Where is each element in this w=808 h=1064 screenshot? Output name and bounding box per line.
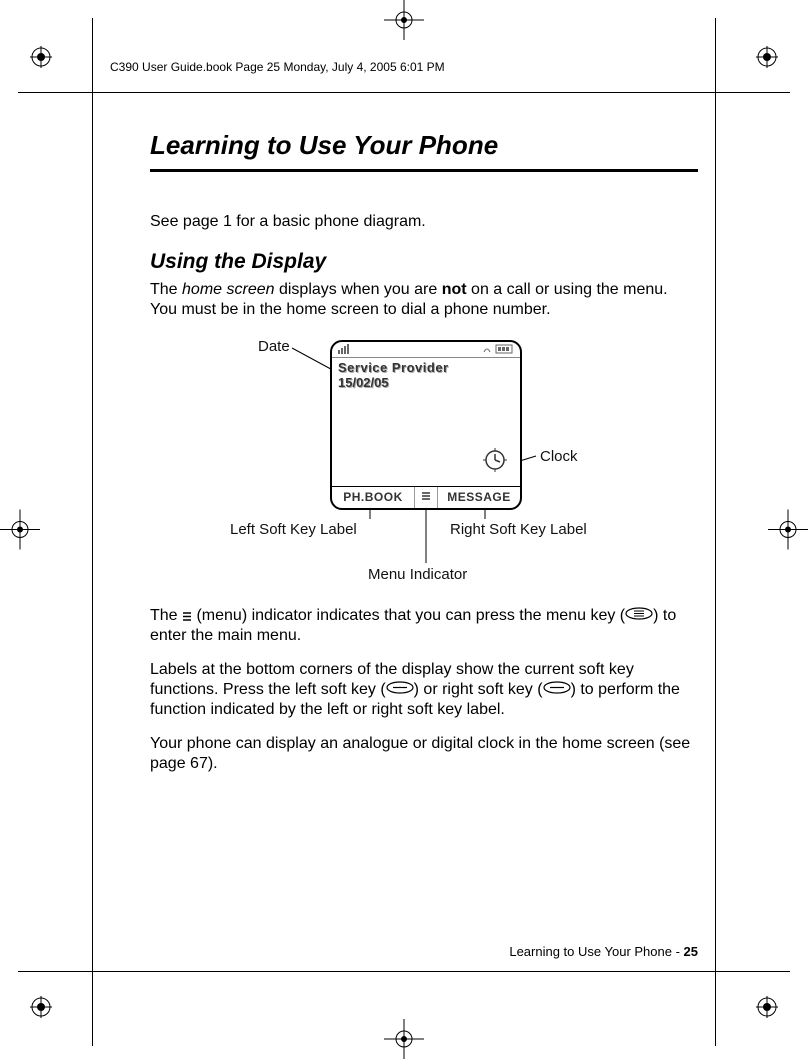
crop-line-bottom [18, 971, 790, 972]
page-footer: Learning to Use Your Phone - 25 [509, 944, 698, 959]
status-right-icons [482, 344, 514, 356]
footer-text: Learning to Use Your Phone - [509, 944, 683, 959]
clock-icon [482, 447, 508, 478]
menu-key-icon [625, 606, 653, 626]
callout-right-soft-key: Right Soft Key Label [450, 521, 587, 538]
registration-mark-tr [756, 46, 778, 68]
p1-text-c: displays when you are [275, 281, 442, 298]
screen-body: Service Provider 15/02/05 [332, 358, 520, 486]
callout-left-soft-key: Left Soft Key Label [230, 521, 357, 538]
softkey-bar: PH.BOOK MESSAGE [332, 486, 520, 508]
callout-menu-indicator: Menu Indicator [368, 566, 467, 583]
p2-a: The [150, 607, 182, 624]
crop-mark-left [0, 510, 40, 555]
callout-clock: Clock [540, 448, 578, 465]
right-soft-key-icon [543, 680, 571, 700]
service-provider-label: Service Provider [338, 360, 514, 375]
display-diagram: Date Clock Left Soft Key Label Right Sof… [150, 334, 698, 594]
registration-mark-br [756, 996, 778, 1018]
paragraph-1: The home screen displays when you are no… [150, 280, 698, 320]
paragraph-3: Labels at the bottom corners of the disp… [150, 660, 698, 720]
footer-page-number: 25 [684, 944, 698, 959]
p1-italic: home screen [182, 281, 275, 298]
callout-date: Date [258, 338, 290, 355]
phone-screen: Service Provider 15/02/05 PH.BOOK [330, 340, 522, 510]
p1-text-a: The [150, 281, 182, 298]
left-soft-key-label: PH.BOOK [332, 487, 414, 508]
registration-mark-tl [30, 46, 52, 68]
content-area: Learning to Use Your Phone See page 1 fo… [150, 130, 698, 788]
menu-glyph-icon [182, 606, 192, 626]
crop-line-right [715, 18, 716, 1046]
section-heading: Using the Display [150, 250, 698, 274]
left-soft-key-icon [386, 680, 414, 700]
crop-mark-right [768, 510, 808, 555]
paragraph-2: The (menu) indicator indicates that you … [150, 606, 698, 646]
menu-indicator-icon [414, 487, 438, 508]
p1-bold: not [442, 281, 467, 298]
date-display: 15/02/05 [338, 375, 514, 390]
status-bar [332, 342, 520, 358]
intro-paragraph: See page 1 for a basic phone diagram. [150, 212, 698, 232]
crop-mark-bottom [384, 1019, 424, 1064]
crop-mark-top [384, 0, 424, 45]
registration-mark-bl [30, 996, 52, 1018]
signal-icon [338, 344, 356, 356]
p2-b: (menu) indicator indicates that you can … [192, 607, 625, 624]
right-soft-key-label: MESSAGE [438, 487, 520, 508]
page-header: C390 User Guide.book Page 25 Monday, Jul… [110, 60, 445, 74]
p3-b: ) or right soft key ( [414, 681, 543, 698]
page-title: Learning to Use Your Phone [150, 130, 698, 172]
paragraph-4: Your phone can display an analogue or di… [150, 734, 698, 774]
